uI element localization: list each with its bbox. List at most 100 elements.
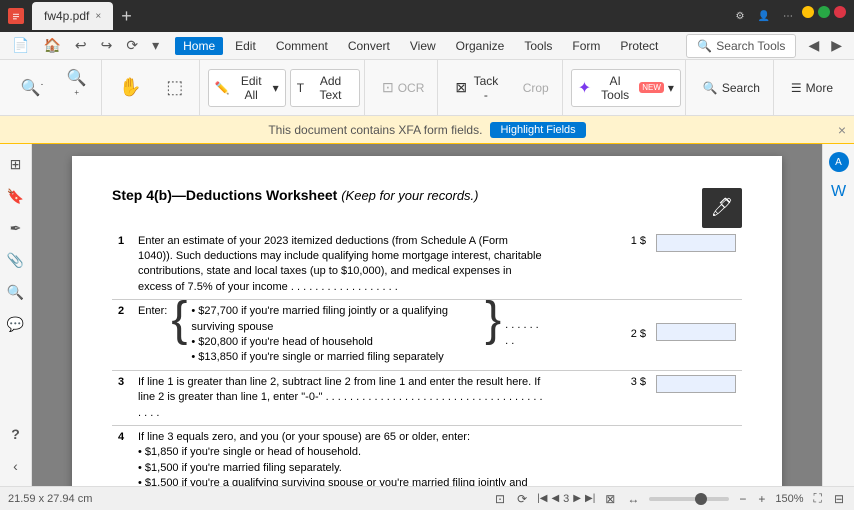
search-tools-label: Search Tools <box>716 39 785 53</box>
ai-tools-button[interactable]: ✦ AI Tools NEW ▾ <box>571 69 681 107</box>
crop-button[interactable]: ⊠ Tack - <box>446 69 509 107</box>
crop-status-button[interactable]: ⊠ <box>603 492 617 506</box>
row-1-input-box[interactable] <box>656 234 736 252</box>
zoom-slider[interactable] <box>649 497 729 501</box>
crop-icon: ⊠ <box>455 79 467 96</box>
zoom-in-button[interactable]: 🔍+ <box>56 63 97 111</box>
edit-pencil-icon: ✏️ <box>215 81 230 95</box>
row-2-input-box[interactable] <box>656 323 736 341</box>
zoom-in-status-button[interactable]: + <box>756 492 767 506</box>
ocr-icon: ⊡ <box>382 79 394 96</box>
crop-sub-button[interactable]: Crop <box>514 76 558 100</box>
window-user-icon[interactable]: 👤 <box>754 6 774 26</box>
document-page: Step 4(b)—Deductions Worksheet (Keep for… <box>72 156 782 486</box>
search-button[interactable]: 🔍 Search <box>694 76 769 100</box>
tab-close-icon[interactable]: × <box>95 11 101 22</box>
table-row: 4 If line 3 equals zero, and you (or you… <box>112 425 742 486</box>
menu-protect[interactable]: Protect <box>612 37 666 55</box>
collapse-sidebar-icon[interactable]: ‹ <box>4 454 28 478</box>
search-label: Search <box>722 81 760 95</box>
menu-edit[interactable]: Edit <box>227 37 264 55</box>
view-mode-button[interactable]: ⊟ <box>832 492 846 506</box>
search-group: 🔍 Search <box>690 60 774 115</box>
ocr-label: OCR <box>398 81 425 95</box>
table-row: 1 Enter an estimate of your 2023 itemize… <box>112 230 742 300</box>
row-3-input-box[interactable] <box>656 375 736 393</box>
worksheet-table: 1 Enter an estimate of your 2023 itemize… <box>112 230 742 486</box>
row-2-bullets: • $27,700 if you're married filing joint… <box>191 304 481 366</box>
fit-page-button[interactable]: ⊡ <box>493 492 507 506</box>
highlight-fields-button[interactable]: Highlight Fields <box>490 122 585 138</box>
next-page-button[interactable]: ▶ <box>573 493 581 504</box>
zoom-in-icon: 🔍+ <box>65 68 88 106</box>
left-sidebar: ⊞ 🔖 ✒ 📎 🔍 💬 ? ‹ <box>0 144 32 486</box>
document-area[interactable]: Step 4(b)—Deductions Worksheet (Keep for… <box>32 144 822 486</box>
edit-group: ✏️ Edit All ▾ T Add Text <box>204 60 365 115</box>
row-2-label: Enter: <box>138 304 167 319</box>
select-tool-button[interactable]: ⬚ <box>155 72 195 103</box>
window-settings-icon[interactable]: ⚙ <box>730 6 750 26</box>
menu-home[interactable]: Home <box>175 37 223 55</box>
edit-all-label: Edit All <box>234 74 269 102</box>
forward-icon-button[interactable]: ↪ <box>97 35 117 56</box>
comment-panel-icon[interactable]: 💬 <box>4 312 28 336</box>
rotate-button[interactable]: ⟳ <box>515 492 529 506</box>
zoom-out-button[interactable]: 🔍- <box>12 73 52 103</box>
search-tools-button[interactable]: 🔍 Search Tools <box>686 34 796 58</box>
nav-back-button[interactable]: ◀ <box>804 35 823 56</box>
close-button[interactable] <box>834 6 846 18</box>
search-panel-icon[interactable]: 🔍 <box>4 280 28 304</box>
add-text-button[interactable]: T Add Text <box>290 69 360 107</box>
window-controls: ⚙ 👤 ⋯ <box>730 6 846 26</box>
tab-bar: fw4p.pdf × + <box>32 2 722 30</box>
notification-close-button[interactable]: × <box>838 122 846 138</box>
menu-convert[interactable]: Convert <box>340 37 398 55</box>
menu-view[interactable]: View <box>402 37 444 55</box>
ribbon: 🔍- 🔍+ ✋ ⬚ ✏️ Edit All ▾ T Add Text ⊡ OCR <box>0 60 854 116</box>
bookmark-panel-icon[interactable]: 🔖 <box>4 184 28 208</box>
back-icon-button[interactable]: ↩ <box>71 35 91 56</box>
fullscreen-button[interactable]: ⛶ <box>812 491 824 506</box>
edit-all-button[interactable]: ✏️ Edit All ▾ <box>208 69 286 107</box>
right-panel-badge[interactable]: A <box>829 152 849 172</box>
new-tab-button[interactable]: + <box>113 6 140 27</box>
zoom-out-status-button[interactable]: − <box>737 492 748 506</box>
last-page-button[interactable]: ▶| <box>585 493 595 504</box>
ocr-button[interactable]: ⊡ OCR <box>373 74 433 101</box>
right-panel-icon-2[interactable]: W <box>827 180 851 204</box>
left-bracket: { <box>171 296 187 344</box>
signature-panel-icon[interactable]: ✒ <box>4 216 28 240</box>
row-4-number: 4 <box>112 425 132 486</box>
hand-tool-button[interactable]: ✋ <box>110 72 150 103</box>
menu-comment[interactable]: Comment <box>268 37 336 55</box>
help-icon[interactable]: ? <box>4 422 28 446</box>
menu-tools[interactable]: Tools <box>516 37 560 55</box>
more-button[interactable]: ☰ More <box>782 76 842 100</box>
home-icon-button[interactable]: 🏠 <box>39 35 64 56</box>
crop-group: ⊠ Tack - Crop <box>442 60 562 115</box>
first-page-button[interactable]: |◀ <box>537 493 547 504</box>
pdf-tab[interactable]: fw4p.pdf × <box>32 2 113 30</box>
prev-page-button[interactable]: ◀ <box>551 493 559 504</box>
nav-forward-button[interactable]: ▶ <box>827 35 846 56</box>
minimize-button[interactable] <box>802 6 814 18</box>
more-icon-button[interactable]: ▾ <box>148 35 163 56</box>
table-row: 2 Enter: { • $27,700 if you're married f… <box>112 300 742 371</box>
tool-group: ✋ ⬚ <box>106 60 199 115</box>
table-row: 3 If line 1 is greater than line 2, subt… <box>112 370 742 425</box>
fit-width-button[interactable]: ↔ <box>625 492 641 506</box>
attachment-panel-icon[interactable]: 📎 <box>4 248 28 272</box>
maximize-button[interactable] <box>818 6 830 18</box>
thumbnail-panel-icon[interactable]: ⊞ <box>4 152 28 176</box>
document-title-row: Step 4(b)—Deductions Worksheet (Keep for… <box>112 186 742 230</box>
row-1-input <box>650 230 742 300</box>
app-icon <box>8 8 24 24</box>
menu-organize[interactable]: Organize <box>448 37 513 55</box>
notification-bar: This document contains XFA form fields. … <box>0 116 854 144</box>
file-icon-button[interactable]: 📄 <box>8 35 33 56</box>
window-more-icon[interactable]: ⋯ <box>778 6 798 26</box>
refresh-icon-button[interactable]: ⟳ <box>122 35 142 56</box>
row-1-number: 1 <box>112 230 132 300</box>
zoom-thumb <box>695 493 707 505</box>
menu-form[interactable]: Form <box>564 37 608 55</box>
